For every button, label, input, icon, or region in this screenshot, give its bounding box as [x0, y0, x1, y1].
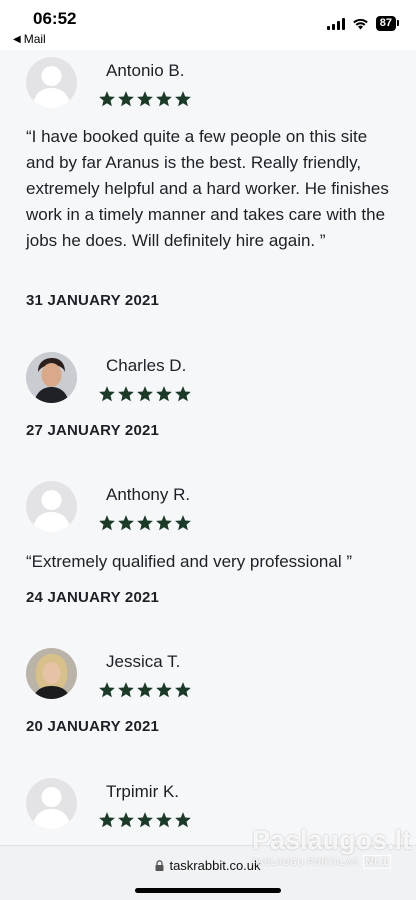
star-icon [156, 812, 172, 828]
reviewer-name: Jessica T. [106, 652, 181, 671]
star-rating [98, 811, 192, 829]
url-text: taskrabbit.co.uk [169, 858, 261, 873]
star-icon [99, 91, 115, 107]
avatar-placeholder [26, 778, 77, 829]
review-date: 24 JANUARY 2021 [26, 589, 160, 606]
star-icon [156, 386, 172, 402]
reviewer-name: Charles D. [106, 356, 187, 375]
watermark-subtitle-text: PASLAUGŲ PORTALAS [252, 857, 359, 867]
home-indicator[interactable] [135, 888, 281, 893]
star-icon [118, 812, 134, 828]
avatar-photo [26, 648, 77, 699]
star-icon [137, 91, 153, 107]
reviewer-name: Anthony R. [106, 485, 191, 504]
user-silhouette-icon [32, 66, 71, 108]
review-date: 20 JANUARY 2021 [26, 718, 160, 735]
review-text: “Extremely qualified and very profession… [26, 552, 352, 571]
star-icon [118, 515, 134, 531]
man-portrait-icon [26, 352, 77, 403]
watermark-subtitle: PASLAUGŲ PORTALAS Nr.1 [252, 855, 392, 869]
clock: 06:52 [33, 9, 77, 28]
star-icon [175, 91, 191, 107]
back-arrow-icon: ◀ [13, 33, 21, 45]
lock-icon [155, 860, 164, 871]
star-icon [137, 682, 153, 698]
star-icon [118, 682, 134, 698]
battery-indicator: 87 [375, 16, 400, 31]
star-icon [175, 515, 191, 531]
reviewer-name: Antonio B. [106, 61, 185, 80]
back-to-mail-button[interactable]: ◀ Mail [13, 32, 46, 46]
avatar-placeholder [26, 481, 77, 532]
avatar-placeholder [26, 57, 77, 108]
cellular-signal-icon [326, 17, 345, 30]
star-icon [99, 682, 115, 698]
star-rating [98, 514, 192, 532]
back-app-label: Mail [23, 32, 46, 46]
user-silhouette-icon [32, 787, 71, 829]
star-icon [137, 812, 153, 828]
watermark-badge: Nr.1 [362, 855, 392, 869]
review-date: 27 JANUARY 2021 [26, 422, 160, 439]
star-icon [156, 682, 172, 698]
user-silhouette-icon [32, 490, 71, 532]
review-date: 31 JANUARY 2021 [26, 292, 160, 309]
star-icon [175, 386, 191, 402]
star-icon [156, 91, 172, 107]
avatar-photo [26, 352, 77, 403]
star-icon [156, 515, 172, 531]
star-rating [98, 681, 192, 699]
star-icon [99, 386, 115, 402]
star-icon [137, 386, 153, 402]
star-icon [175, 682, 191, 698]
star-icon [175, 812, 191, 828]
star-icon [99, 812, 115, 828]
star-icon [118, 91, 134, 107]
review-text: “I have booked quite a few people on thi… [26, 127, 389, 250]
watermark: Paslaugos.lt PASLAUGŲ PORTALAS Nr.1 [252, 825, 412, 877]
star-icon [137, 515, 153, 531]
star-icon [99, 515, 115, 531]
star-rating [98, 385, 192, 403]
star-icon [118, 386, 134, 402]
wifi-icon [352, 18, 368, 29]
reviewer-name: Trpimir K. [106, 782, 180, 801]
woman-portrait-icon [26, 648, 77, 699]
status-bar: 06:52 ◀ Mail 87 [0, 0, 416, 50]
star-rating [98, 90, 192, 108]
watermark-title: Paslaugos.lt [252, 825, 412, 855]
system-icons: 87 [326, 16, 400, 31]
